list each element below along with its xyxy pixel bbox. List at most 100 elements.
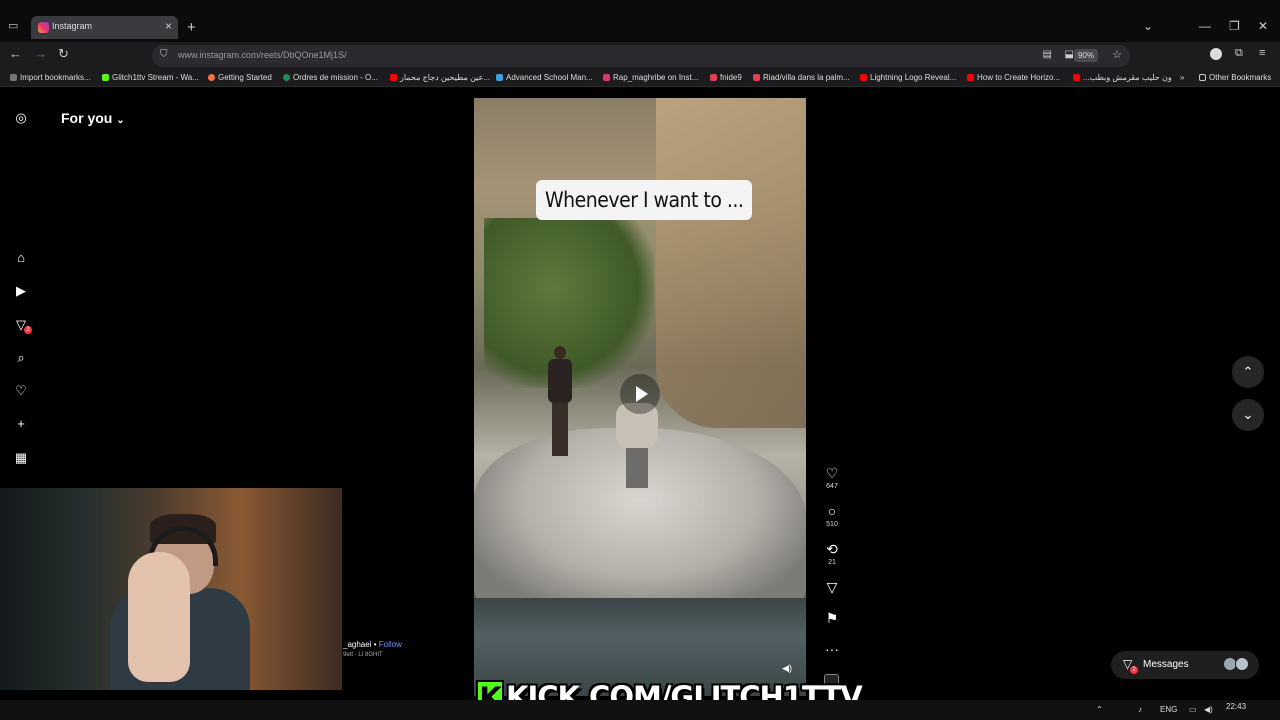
previous-reel-button[interactable]: ⌃ bbox=[1232, 356, 1264, 388]
create-icon[interactable]: + bbox=[12, 415, 30, 433]
shield-icon bbox=[496, 74, 503, 81]
browser-tab[interactable]: Instagram × bbox=[31, 16, 178, 39]
close-window-button[interactable]: ✕ bbox=[1258, 19, 1268, 33]
heart-icon: ♡ bbox=[825, 465, 839, 481]
url-text[interactable]: www.instagram.com/reels/DbQOne1Mj1S/ bbox=[178, 50, 347, 60]
bookmark-item[interactable]: ...ون حليب مقرمش وبطب bbox=[1073, 73, 1172, 82]
home-icon[interactable]: ⌂ bbox=[12, 249, 30, 267]
reels-icon[interactable]: ▶ bbox=[12, 282, 30, 300]
instagram-logo-icon[interactable]: ◎ bbox=[12, 109, 30, 127]
bookmark-item[interactable]: How to Create Horizo... bbox=[967, 73, 1060, 82]
next-reel-button[interactable]: ⌄ bbox=[1232, 399, 1264, 431]
url-domain: www.instagram.com bbox=[178, 50, 259, 60]
avatar bbox=[1235, 657, 1249, 671]
bookmark-label: How to Create Horizo... bbox=[977, 73, 1061, 82]
forward-button[interactable]: → bbox=[34, 46, 47, 61]
bookmark-label: Rap_maghribe on Inst... bbox=[613, 73, 699, 82]
messages-badge: 2 bbox=[1130, 666, 1138, 674]
back-button[interactable]: ← bbox=[9, 46, 22, 61]
bookmark-item[interactable]: fnide9 bbox=[710, 73, 742, 82]
bookmark-label: Import bookmarks... bbox=[20, 73, 91, 82]
other-bookmarks[interactable]: Other Bookmarks bbox=[1199, 73, 1271, 82]
language-indicator[interactable]: ENG bbox=[1160, 705, 1177, 714]
site-info-icon[interactable]: ⛉ bbox=[160, 49, 168, 60]
more-icon: ··· bbox=[825, 641, 839, 657]
search-icon[interactable]: ⌕ bbox=[12, 349, 30, 367]
zoom-level[interactable]: 90% bbox=[1073, 49, 1098, 62]
more-bookmarks-chevron-icon[interactable]: » bbox=[1180, 73, 1184, 82]
bookmark-label: Glitch1ttv Stream - Wa... bbox=[112, 73, 199, 82]
repost-icon: ⟲ bbox=[826, 541, 838, 557]
bookmark-item[interactable]: Ordres de mission - O... bbox=[283, 73, 378, 82]
maximize-button[interactable]: ❐ bbox=[1229, 19, 1240, 33]
more-options-button[interactable]: ··· bbox=[820, 641, 844, 657]
reader-view-icon[interactable]: ▤ bbox=[1043, 49, 1052, 60]
direct-messages-icon[interactable]: ▽ 2 bbox=[12, 316, 32, 334]
bookmarks-bar: Import bookmarks... Glitch1ttv Stream - … bbox=[0, 70, 1280, 87]
new-tab-button[interactable]: + bbox=[187, 19, 196, 36]
feed-selector[interactable]: For you ⌄ bbox=[61, 110, 125, 126]
comment-icon: ○ bbox=[827, 503, 837, 519]
chevron-down-icon: ⌄ bbox=[116, 115, 125, 126]
import-icon bbox=[10, 74, 17, 81]
menu-icon[interactable]: ≡ bbox=[1259, 47, 1265, 59]
save-button[interactable]: ⚑ bbox=[820, 610, 844, 626]
extensions-icon[interactable]: ⧉ bbox=[1235, 47, 1243, 60]
messages-button[interactable]: ▽ 2 Messages bbox=[1111, 651, 1259, 679]
bookmark-item[interactable]: Lightning Logo Reveal... bbox=[860, 73, 956, 82]
bookmark-item[interactable]: عين مطيحين دجاج محمار... bbox=[390, 73, 490, 82]
reel-video[interactable]: Whenever I want to ... ◀) bbox=[474, 98, 806, 696]
bookmark-item[interactable]: Riad/villa dans la palm... bbox=[753, 73, 850, 82]
taskbar: ⌃ ♪ ENG ▭ ◀) 22:43 bbox=[0, 700, 1280, 720]
microphone-icon[interactable]: ♪ bbox=[1138, 705, 1142, 714]
audio-track[interactable]: 9ett · LI 8GHIT bbox=[343, 652, 383, 658]
bookmark-label: Getting Started bbox=[218, 73, 272, 82]
video-cliff bbox=[656, 98, 806, 428]
address-bar[interactable]: ⛉ www.instagram.com/reels/DbQOne1Mj1S/ ▤… bbox=[152, 45, 1130, 67]
feed-title: For you bbox=[61, 110, 113, 126]
comment-button[interactable]: ○ 510 bbox=[820, 503, 844, 528]
close-tab-icon[interactable]: × bbox=[165, 19, 172, 33]
tab-list-chevron-icon[interactable]: ⌄ bbox=[1143, 19, 1153, 33]
comment-count: 510 bbox=[826, 521, 838, 528]
video-person-jumping bbox=[616, 403, 658, 493]
dashboard-icon[interactable]: ▦ bbox=[12, 449, 30, 467]
mute-icon[interactable]: ◀) bbox=[782, 663, 792, 674]
notification-badge: 2 bbox=[24, 326, 32, 334]
bookmark-label: Riad/villa dans la palm... bbox=[763, 73, 850, 82]
repost-button[interactable]: ⟲ 21 bbox=[820, 541, 844, 566]
save-page-icon[interactable]: ⬓ bbox=[1065, 49, 1074, 60]
bookmark-item[interactable]: Getting Started bbox=[208, 73, 272, 82]
send-icon: ▽ bbox=[826, 579, 838, 595]
reel-author: _aghaei • Follow bbox=[343, 640, 402, 649]
username[interactable]: _aghaei bbox=[343, 640, 371, 649]
bookmark-item[interactable]: Rap_maghribe on Inst... bbox=[603, 73, 698, 82]
bookmark-label: fnide9 bbox=[720, 73, 742, 82]
kick-icon bbox=[102, 74, 109, 81]
reel-caption: Whenever I want to ... bbox=[536, 180, 753, 220]
bookmark-label: Other Bookmarks bbox=[1209, 73, 1272, 82]
share-button[interactable]: ▽ bbox=[820, 579, 844, 595]
tab-title: Instagram bbox=[52, 21, 93, 31]
bookmark-item[interactable]: Glitch1ttv Stream - Wa... bbox=[102, 73, 199, 82]
tray-chevron-icon[interactable]: ⌃ bbox=[1096, 705, 1103, 714]
network-icon[interactable]: ▭ bbox=[1189, 705, 1197, 714]
webcam-overlay bbox=[0, 488, 342, 690]
like-button[interactable]: ♡ 647 bbox=[820, 465, 844, 490]
clock[interactable]: 22:43 bbox=[1226, 702, 1246, 711]
bookmark-icon: ⚑ bbox=[825, 610, 839, 626]
tab-list-icon[interactable]: ▭ bbox=[8, 19, 18, 32]
bookmark-star-icon[interactable]: ☆ bbox=[1112, 48, 1122, 61]
minimize-button[interactable]: — bbox=[1199, 19, 1211, 33]
volume-icon[interactable]: ◀) bbox=[1204, 705, 1213, 714]
youtube-icon bbox=[860, 74, 867, 81]
follow-button[interactable]: Follow bbox=[379, 640, 402, 649]
bookmark-item[interactable]: Advanced School Man... bbox=[496, 73, 593, 82]
play-button[interactable] bbox=[620, 374, 660, 414]
url-path: /reels/DbQOne1Mj1S/ bbox=[258, 50, 347, 60]
reload-button[interactable]: ↻ bbox=[58, 46, 69, 62]
bookmark-item[interactable]: Import bookmarks... bbox=[10, 73, 91, 82]
youtube-icon bbox=[967, 74, 974, 81]
notifications-heart-icon[interactable]: ♡ bbox=[12, 382, 30, 400]
account-avatar[interactable] bbox=[1210, 48, 1222, 60]
